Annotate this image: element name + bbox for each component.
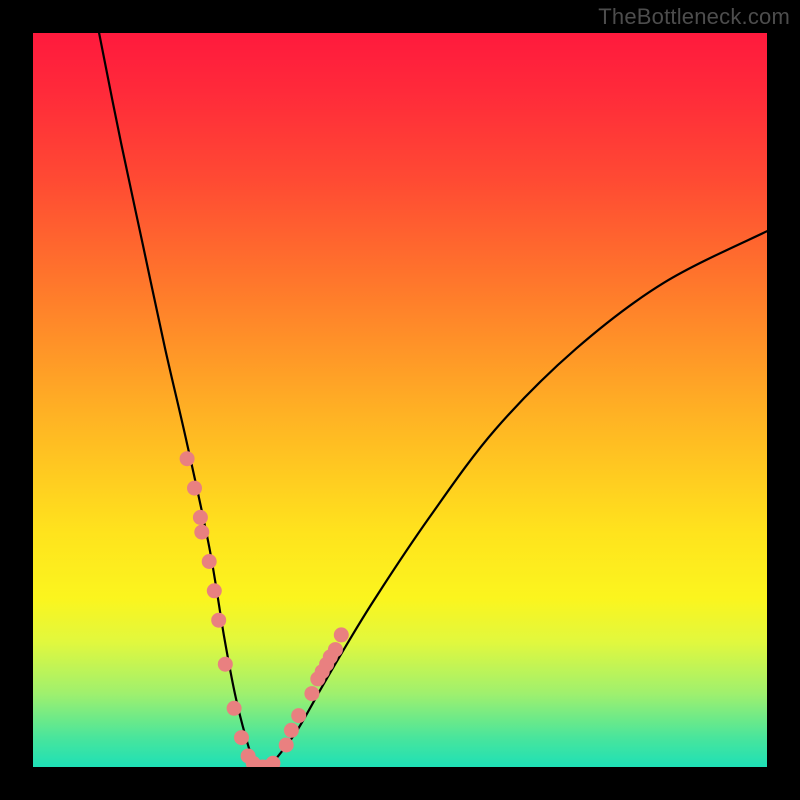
curve-layer: [33, 33, 767, 767]
plot-area: [33, 33, 767, 767]
data-marker: [291, 708, 306, 723]
chart-frame: TheBottleneck.com: [0, 0, 800, 800]
data-marker: [211, 613, 226, 628]
data-marker: [284, 723, 299, 738]
data-marker: [218, 657, 233, 672]
data-marker: [227, 701, 242, 716]
data-marker: [187, 481, 202, 496]
marker-group: [180, 451, 349, 767]
data-marker: [202, 554, 217, 569]
data-marker: [207, 583, 222, 598]
data-marker: [334, 627, 349, 642]
bottleneck-curve: [99, 33, 767, 767]
data-marker: [279, 738, 294, 753]
data-marker: [180, 451, 195, 466]
data-marker: [193, 510, 208, 525]
data-marker: [234, 730, 249, 745]
data-marker: [194, 525, 209, 540]
attribution-text: TheBottleneck.com: [598, 4, 790, 30]
data-marker: [328, 642, 343, 657]
data-marker: [304, 686, 319, 701]
